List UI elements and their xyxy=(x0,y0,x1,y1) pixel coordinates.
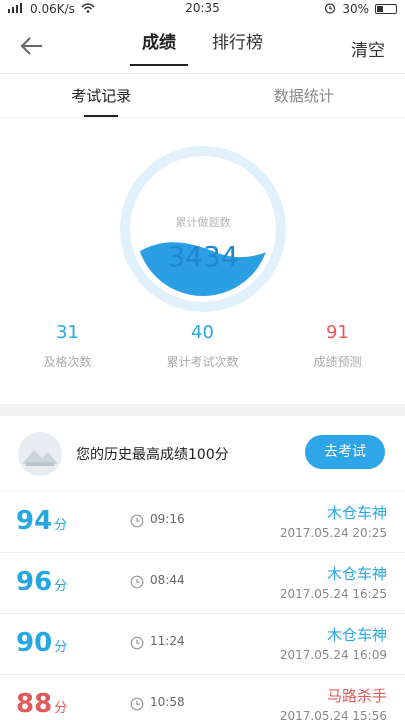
stat-value: 40 xyxy=(191,322,214,343)
record-date: 2017.05.24 16:25 xyxy=(279,587,387,601)
record-nickname: 木仓车神 xyxy=(326,565,387,583)
best-score-row: 您的历史最高成绩100分 去考试 xyxy=(0,416,405,492)
score-unit: 分 xyxy=(54,701,68,716)
clock-icon xyxy=(130,514,144,528)
record-score: 90 分 xyxy=(16,628,67,658)
record-duration: 10:58 xyxy=(150,695,185,709)
avatar xyxy=(18,431,62,476)
stat-value: 91 xyxy=(326,322,349,343)
score-unit: 分 xyxy=(54,640,68,655)
clock-icon xyxy=(130,697,144,711)
take-exam-button[interactable]: 去考试 xyxy=(305,435,385,469)
battery-icon xyxy=(375,4,397,14)
stat-label: 及格次数 xyxy=(43,355,92,369)
best-score-text: 您的历史最高成绩100分 xyxy=(76,446,229,463)
score-value: 94 xyxy=(16,506,53,536)
top-tabs: 成绩 排行榜 xyxy=(0,26,405,70)
top-navigation-bar: 成绩 排行榜 清空 xyxy=(0,18,405,74)
gauge-value: 3434 xyxy=(167,240,239,273)
tab-statistics[interactable]: 数据统计 xyxy=(203,74,405,117)
record-score: 88 分 xyxy=(16,689,67,719)
record-row[interactable]: 88 分 10:58 马路杀手 2017.05.24 15:56 xyxy=(0,675,405,720)
record-row[interactable]: 94 分 09:16 木仓车神 2017.05.24 20:25 xyxy=(0,492,405,553)
gauge-label: 累计做题数 xyxy=(175,216,231,229)
record-date: 2017.05.24 16:09 xyxy=(279,648,387,662)
tab-exam-records[interactable]: 考试记录 xyxy=(0,74,203,117)
record-row[interactable]: 90 分 11:24 木仓车神 2017.05.24 16:09 xyxy=(0,614,405,675)
record-date: 2017.05.24 15:56 xyxy=(279,709,387,720)
record-duration: 09:16 xyxy=(150,512,185,526)
score-unit: 分 xyxy=(54,518,68,533)
question-count-gauge: 累计做题数 3434 xyxy=(0,118,405,314)
score-value: 90 xyxy=(16,628,53,658)
record-nickname: 木仓车神 xyxy=(326,504,387,522)
record-row[interactable]: 96 分 08:44 木仓车神 2017.05.24 16:25 xyxy=(0,553,405,614)
tab-leaderboard[interactable]: 排行榜 xyxy=(212,26,263,70)
sub-tabs: 考试记录 数据统计 xyxy=(0,74,405,118)
record-score: 96 分 xyxy=(16,567,67,597)
status-bar: 0.06K/s 20:35 30% xyxy=(0,0,405,18)
score-value: 88 xyxy=(16,689,53,719)
tab-scores[interactable]: 成绩 xyxy=(130,26,188,70)
stat-score-prediction: 91 成绩预测 xyxy=(270,314,405,404)
record-duration: 11:24 xyxy=(150,634,185,648)
clock-icon xyxy=(130,636,144,650)
gauge-circle: 累计做题数 3434 xyxy=(120,146,286,312)
score-value: 96 xyxy=(16,567,53,597)
status-time: 20:35 xyxy=(185,1,220,15)
record-score: 94 分 xyxy=(16,506,67,536)
stat-label: 成绩预测 xyxy=(313,355,362,369)
record-nickname: 木仓车神 xyxy=(326,626,387,644)
clock-icon xyxy=(130,575,144,589)
record-date: 2017.05.24 20:25 xyxy=(279,526,387,540)
clear-button[interactable]: 清空 xyxy=(351,36,385,61)
score-unit: 分 xyxy=(54,579,68,594)
record-duration: 08:44 xyxy=(150,573,185,587)
stats-row: 31 及格次数 40 累计考试次数 91 成绩预测 xyxy=(0,314,405,404)
landscape-image-icon xyxy=(18,431,62,476)
stat-value: 31 xyxy=(56,322,79,343)
stat-exam-count: 40 累计考试次数 xyxy=(135,314,270,404)
stat-label: 累计考试次数 xyxy=(166,355,239,369)
stat-pass-count: 31 及格次数 xyxy=(0,314,135,404)
record-nickname: 马路杀手 xyxy=(326,687,387,705)
section-divider xyxy=(0,404,405,416)
